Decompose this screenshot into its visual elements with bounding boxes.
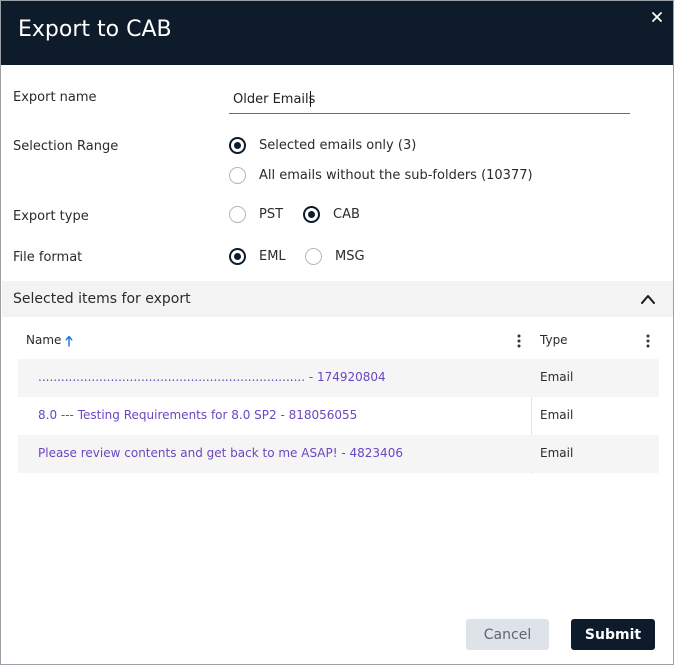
radio-label: MSG bbox=[335, 249, 365, 264]
table-row[interactable]: ........................................… bbox=[18, 359, 659, 397]
email-type: Email bbox=[540, 446, 574, 460]
radio-label: CAB bbox=[333, 207, 360, 222]
email-type: Email bbox=[540, 408, 574, 422]
table-row[interactable]: 8.0 --- Testing Requirements for 8.0 SP2… bbox=[18, 397, 659, 435]
email-name-link[interactable]: 8.0 --- Testing Requirements for 8.0 SP2… bbox=[38, 408, 357, 422]
grid-header: Name Type bbox=[18, 321, 659, 359]
close-icon[interactable] bbox=[649, 9, 665, 25]
export-name-input[interactable] bbox=[229, 86, 630, 114]
column-menu-icon[interactable] bbox=[645, 333, 651, 349]
radio-unchecked-icon bbox=[229, 167, 246, 184]
chevron-up-icon[interactable] bbox=[640, 293, 656, 305]
radio-label: All emails without the sub-folders (1037… bbox=[259, 168, 533, 183]
radio-unchecked-icon bbox=[229, 206, 246, 223]
radio-checked-icon bbox=[229, 137, 246, 154]
dialog-header: Export to CAB bbox=[1, 1, 673, 65]
column-header-type[interactable]: Type bbox=[540, 333, 568, 347]
export-type-label: Export type bbox=[13, 209, 89, 224]
email-name-link[interactable]: Please review contents and get back to m… bbox=[38, 446, 403, 460]
file-format-label: File format bbox=[13, 250, 83, 265]
export-items-grid: Name Type ..............................… bbox=[18, 321, 659, 474]
radio-msg[interactable]: MSG bbox=[305, 248, 365, 265]
dialog-title: Export to CAB bbox=[18, 17, 172, 42]
radio-selected-emails[interactable]: Selected emails only (3) bbox=[229, 137, 416, 154]
radio-cab[interactable]: CAB bbox=[303, 206, 360, 223]
selection-range-label: Selection Range bbox=[13, 139, 119, 154]
column-menu-icon[interactable] bbox=[516, 333, 522, 349]
section-title: Selected items for export bbox=[13, 291, 191, 307]
radio-label: Selected emails only (3) bbox=[259, 138, 417, 153]
table-row[interactable]: Please review contents and get back to m… bbox=[18, 435, 659, 473]
arrow-up-icon[interactable] bbox=[65, 335, 73, 347]
radio-checked-icon bbox=[229, 248, 246, 265]
radio-unchecked-icon bbox=[305, 248, 322, 265]
email-type: Email bbox=[540, 370, 574, 384]
export-dialog: Export to CAB Export name Selection Rang… bbox=[0, 0, 674, 665]
radio-checked-icon bbox=[303, 206, 320, 223]
email-name-link[interactable]: ........................................… bbox=[38, 370, 386, 384]
radio-eml[interactable]: EML bbox=[229, 248, 286, 265]
text-caret bbox=[310, 91, 311, 107]
submit-button[interactable]: Submit bbox=[571, 619, 655, 650]
radio-label: EML bbox=[259, 249, 286, 264]
column-header-name[interactable]: Name bbox=[26, 333, 61, 347]
selected-items-section-header: Selected items for export bbox=[2, 281, 673, 317]
radio-pst[interactable]: PST bbox=[229, 206, 283, 223]
radio-label: PST bbox=[259, 207, 284, 222]
cancel-button[interactable]: Cancel bbox=[466, 619, 549, 650]
export-name-label: Export name bbox=[13, 90, 97, 105]
radio-all-emails[interactable]: All emails without the sub-folders (1037… bbox=[229, 167, 533, 184]
